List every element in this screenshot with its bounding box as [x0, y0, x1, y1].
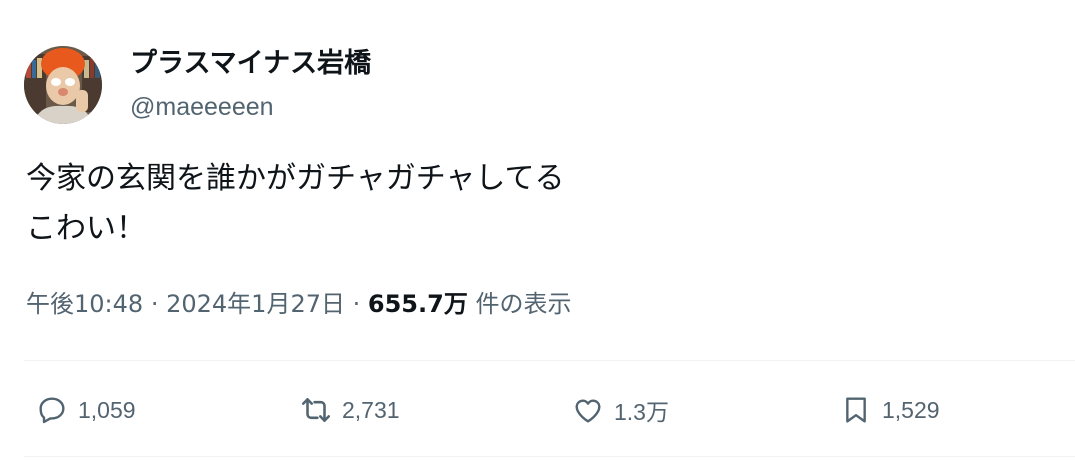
tweet-date[interactable]: 2024年1月27日 — [166, 290, 345, 318]
user-handle[interactable]: @maeeeeen — [130, 90, 274, 124]
tweet-text: 今家の玄関を誰かがガチャガチャしてる こわい！ — [26, 154, 565, 254]
meta-separator: · — [352, 290, 361, 318]
views-count[interactable]: 655.7万 — [368, 290, 468, 318]
retweet-icon — [298, 392, 334, 428]
like-button[interactable]: 1.3万 — [570, 390, 669, 430]
tweet-meta: 午後10:48 · 2024年1月27日 · 655.7万 件の表示 — [26, 286, 571, 322]
reply-button[interactable]: 1,059 — [34, 390, 136, 430]
meta-separator: · — [150, 290, 159, 318]
tweet-text-line: 今家の玄関を誰かがガチャガチャしてる — [26, 161, 565, 196]
like-count: 1.3万 — [614, 399, 669, 425]
bookmark-icon — [838, 392, 874, 428]
bookmark-button[interactable]: 1,529 — [838, 390, 940, 430]
bookmark-count: 1,529 — [882, 396, 940, 423]
reply-count: 1,059 — [78, 396, 136, 423]
reply-icon — [34, 392, 70, 428]
avatar[interactable] — [24, 46, 102, 124]
divider — [24, 360, 1075, 361]
tweet-text-line: こわい！ — [26, 211, 146, 246]
avatar-image — [24, 46, 102, 124]
retweet-button[interactable]: 2,731 — [298, 390, 400, 430]
like-icon — [570, 392, 606, 428]
retweet-count: 2,731 — [342, 396, 400, 423]
display-name[interactable]: プラスマイナス岩橋 — [130, 46, 371, 82]
views-label: 件の表示 — [475, 290, 572, 318]
tweet-time[interactable]: 午後10:48 — [26, 290, 143, 318]
divider — [24, 456, 1075, 457]
